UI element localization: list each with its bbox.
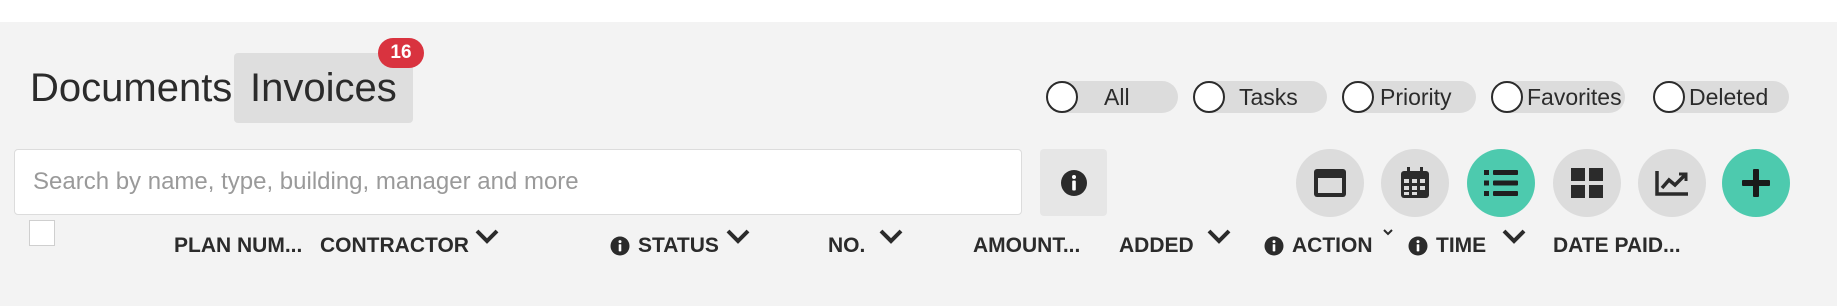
filter-all-toggle[interactable]: All	[1046, 81, 1178, 113]
search-box	[14, 149, 1022, 215]
filter-all-label: All	[1104, 84, 1130, 110]
filter-tasks-label: Tasks	[1239, 84, 1298, 110]
tab-documents[interactable]: Documents	[14, 53, 248, 123]
chevron-down-icon[interactable]	[474, 228, 500, 246]
add-button[interactable]	[1722, 149, 1790, 217]
column-time[interactable]: TIME	[1436, 234, 1486, 258]
calendar-view-button[interactable]	[1381, 149, 1449, 217]
column-number[interactable]: NO.	[828, 234, 865, 258]
chevron-down-icon[interactable]	[725, 228, 751, 246]
chart-view-button[interactable]	[1638, 149, 1706, 217]
grid-view-button[interactable]	[1553, 149, 1621, 217]
filter-favorites-label: Favorites	[1527, 84, 1622, 110]
invoices-count-badge: 16	[378, 38, 424, 68]
toggle-knob	[1046, 81, 1078, 113]
column-status[interactable]: STATUS	[638, 234, 719, 258]
column-plan-number[interactable]: PLAN NUM...	[174, 234, 302, 258]
documents-panel: Documents Invoices 16 All Tasks Priority…	[0, 22, 1837, 306]
column-date-paid[interactable]: DATE PAID...	[1553, 234, 1681, 258]
search-info-button[interactable]	[1040, 149, 1107, 216]
column-added[interactable]: ADDED	[1119, 234, 1194, 258]
card-view-button[interactable]	[1296, 149, 1364, 217]
calendar-icon	[1401, 167, 1429, 198]
grid-view-icon	[1571, 168, 1603, 198]
info-icon[interactable]	[1264, 236, 1284, 256]
card-view-icon	[1314, 169, 1346, 197]
search-input[interactable]	[15, 150, 1021, 214]
list-view-button[interactable]	[1467, 149, 1535, 217]
column-contractor[interactable]: CONTRACTOR	[320, 234, 469, 258]
filter-deleted-toggle[interactable]: Deleted	[1653, 81, 1789, 113]
info-icon	[1060, 169, 1087, 196]
toggle-knob	[1342, 81, 1374, 113]
info-icon[interactable]	[610, 236, 630, 256]
chart-icon	[1655, 171, 1688, 196]
info-icon[interactable]	[1408, 236, 1428, 256]
chevron-down-icon[interactable]	[878, 228, 904, 246]
filter-priority-label: Priority	[1380, 84, 1452, 110]
list-view-icon	[1484, 170, 1518, 196]
select-all-checkbox[interactable]	[29, 220, 55, 246]
filter-favorites-toggle[interactable]: Favorites	[1491, 81, 1625, 113]
toggle-knob	[1491, 81, 1523, 113]
plus-icon	[1742, 169, 1770, 197]
chevron-down-small-icon[interactable]	[1382, 228, 1394, 237]
toggle-knob	[1193, 81, 1225, 113]
toggle-knob	[1653, 81, 1685, 113]
chevron-down-icon[interactable]	[1501, 228, 1527, 246]
chevron-down-icon[interactable]	[1206, 228, 1232, 246]
filter-tasks-toggle[interactable]: Tasks	[1193, 81, 1327, 113]
filter-deleted-label: Deleted	[1689, 84, 1769, 110]
column-amount[interactable]: AMOUNT...	[973, 234, 1080, 258]
filter-priority-toggle[interactable]: Priority	[1342, 81, 1476, 113]
column-action[interactable]: ACTION	[1292, 234, 1373, 258]
